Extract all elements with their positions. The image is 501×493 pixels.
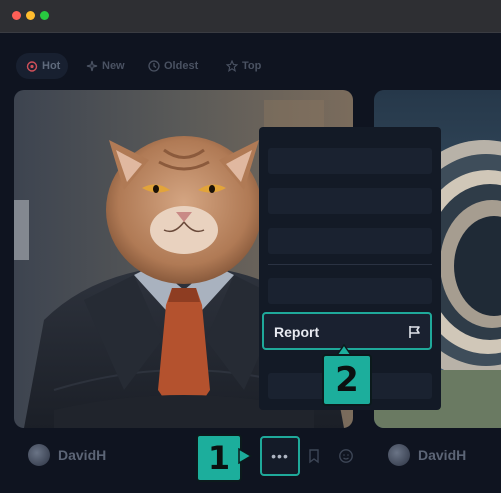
author-name[interactable]: DavidH <box>58 447 106 463</box>
filter-top[interactable]: Top <box>216 53 270 79</box>
filter-label: Oldest <box>164 60 199 72</box>
more-options-button[interactable]: ••• <box>260 436 300 476</box>
flag-icon <box>409 326 420 338</box>
filter-label: Top <box>242 60 262 72</box>
more-dots-icon: ••• <box>271 448 289 464</box>
star-icon <box>226 60 238 72</box>
avatar[interactable] <box>388 444 410 466</box>
filter-hot[interactable]: Hot <box>16 53 68 79</box>
marker-pointer-right <box>238 448 252 464</box>
emoji-icon[interactable] <box>338 448 354 464</box>
filter-oldest[interactable]: Oldest <box>138 53 208 79</box>
filter-label: Hot <box>42 60 61 72</box>
clock-icon <box>148 60 160 72</box>
close-window-button[interactable] <box>12 11 21 20</box>
flame-icon <box>26 61 38 72</box>
menu-divider <box>268 264 432 265</box>
bookmark-icon[interactable] <box>306 448 322 464</box>
maximize-window-button[interactable] <box>40 11 49 20</box>
menu-item-placeholder[interactable] <box>268 188 432 214</box>
minimize-window-button[interactable] <box>26 11 35 20</box>
menu-item-placeholder[interactable] <box>268 228 432 254</box>
step-marker-1: 1 <box>196 434 242 482</box>
author-name[interactable]: DavidH <box>418 447 466 463</box>
menu-item-placeholder[interactable] <box>268 148 432 174</box>
filter-label: New <box>102 60 125 72</box>
filter-new[interactable]: New <box>76 53 132 79</box>
step-marker-2: 2 <box>322 354 372 406</box>
avatar[interactable] <box>28 444 50 466</box>
report-label: Report <box>274 324 320 340</box>
menu-item-placeholder[interactable] <box>268 278 432 304</box>
window-titlebar <box>0 0 501 33</box>
sparkle-icon <box>86 60 98 72</box>
